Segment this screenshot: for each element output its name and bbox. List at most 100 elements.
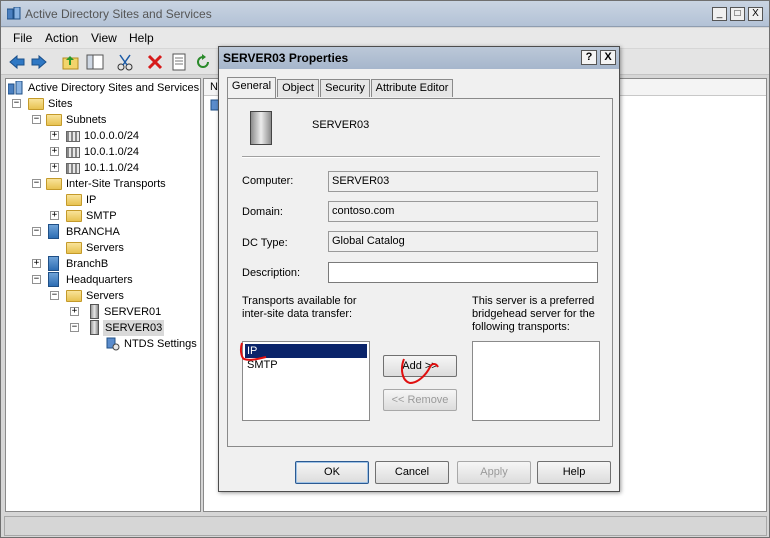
dialog-title-bar: SERVER03 Properties ? X [219, 47, 619, 69]
tree-item-branchb[interactable]: + BranchB [32, 256, 192, 272]
help-button[interactable]: Help [537, 461, 611, 484]
collapse-toggle[interactable]: − [12, 99, 21, 108]
preferred-bridgehead-label-1: This server is a preferred [472, 295, 595, 307]
server-icon [250, 111, 272, 145]
tree-label-sites: Sites [48, 98, 73, 110]
tree-item-server01[interactable]: + SERVER01 [70, 304, 190, 320]
maximize-button[interactable]: □ [730, 7, 745, 21]
tree-item-sites[interactable]: − Sites [12, 96, 192, 112]
annotation-mark [401, 358, 439, 385]
tree-label-ip: IP [86, 194, 97, 206]
tree-label-ntds: NTDS Settings [124, 338, 197, 350]
tree-label-server01: SERVER01 [104, 306, 162, 318]
tree-label-subnet: 10.0.0.0/24 [84, 130, 140, 142]
help-icon[interactable]: ? [581, 50, 597, 65]
tree-item-server03[interactable]: − SERVER03 [70, 320, 190, 336]
expand-toggle[interactable]: + [70, 307, 79, 316]
dialog-close-button[interactable]: X [600, 50, 616, 65]
tree-label-headquarters: Headquarters [66, 274, 133, 286]
tab-general[interactable]: General [227, 77, 276, 98]
domain-label: Domain: [242, 206, 283, 218]
tree-item-ntds-settings[interactable]: NTDS Settings [106, 336, 200, 352]
folder-icon [66, 242, 82, 254]
description-input[interactable] [328, 262, 598, 283]
tree-item-inter-site-transports[interactable]: − Inter-Site Transports [32, 176, 200, 192]
ok-button[interactable]: OK [295, 461, 369, 484]
description-label: Description: [242, 267, 301, 279]
expand-toggle[interactable]: + [50, 147, 59, 156]
cut-icon[interactable] [115, 52, 135, 72]
console-tree: Active Directory Sites and Services − Si… [5, 78, 201, 512]
forward-arrow-icon[interactable] [29, 52, 49, 72]
server-name: SERVER03 [312, 119, 370, 131]
tree-item-hq-servers[interactable]: − Servers [50, 288, 190, 304]
domain-field: contoso.com [328, 201, 598, 222]
tree-item-subnet[interactable]: + 10.0.0.0/24 [50, 128, 190, 144]
menu-file[interactable]: File [13, 31, 32, 45]
minimize-button[interactable]: _ [712, 7, 727, 21]
folder-icon [66, 194, 82, 206]
server-icon [90, 320, 99, 335]
tree-item-subnet[interactable]: + 10.1.1.0/24 [50, 160, 190, 176]
computer-field: SERVER03 [328, 171, 598, 192]
close-window-button[interactable]: X [748, 7, 763, 21]
menu-action[interactable]: Action [45, 31, 78, 45]
tree-item-brancha[interactable]: − BRANCHA [32, 224, 192, 240]
remove-button[interactable]: << Remove [383, 389, 457, 411]
server-icon [90, 304, 99, 319]
menu-bar: File Action View Help [1, 28, 769, 48]
up-folder-icon[interactable] [61, 52, 81, 72]
column-header-name: N [210, 81, 218, 93]
menu-view[interactable]: View [91, 31, 117, 45]
expand-toggle[interactable]: + [50, 211, 59, 220]
tree-item-brancha-servers[interactable]: Servers [50, 240, 190, 256]
tree-label-root: Active Directory Sites and Services [28, 82, 200, 94]
tree-label-subnets: Subnets [66, 114, 107, 126]
expand-toggle[interactable]: + [32, 259, 41, 268]
preferred-bridgehead-label-2: bridgehead server for the [472, 308, 595, 320]
tree-item-smtp[interactable]: + SMTP [50, 208, 170, 224]
tree-item-subnet[interactable]: + 10.0.1.0/24 [50, 144, 190, 160]
folder-icon [46, 178, 62, 190]
tree-item-headquarters[interactable]: − Headquarters [32, 272, 192, 288]
site-icon [48, 256, 59, 271]
tab-attribute-editor[interactable]: Attribute Editor [371, 79, 453, 97]
folder-icon [66, 290, 82, 302]
dctype-field: Global Catalog [328, 231, 598, 252]
tree-item-subnets[interactable]: − Subnets [32, 112, 192, 128]
computer-label: Computer: [242, 175, 294, 187]
tree-item-ip[interactable]: IP [64, 192, 164, 208]
collapse-toggle[interactable]: − [70, 323, 79, 332]
show-hide-tree-icon[interactable] [85, 52, 105, 72]
tree-label-server03: SERVER03 [103, 320, 165, 336]
collapse-toggle[interactable]: − [32, 115, 41, 124]
refresh-icon[interactable] [193, 52, 213, 72]
collapse-toggle[interactable]: − [32, 227, 41, 236]
subnet-icon [66, 131, 80, 142]
expand-toggle[interactable]: + [50, 131, 59, 140]
tree-label-servers: Servers [86, 290, 124, 302]
collapse-toggle[interactable]: − [32, 275, 41, 284]
folder-icon [66, 210, 82, 222]
tab-security[interactable]: Security [320, 79, 370, 97]
annotation-mark [239, 342, 267, 361]
transports-available-label-1: Transports available for [242, 295, 357, 307]
sites-services-icon [8, 81, 23, 95]
apply-button[interactable]: Apply [457, 461, 531, 484]
expand-toggle[interactable]: + [50, 163, 59, 172]
collapse-toggle[interactable]: − [50, 291, 59, 300]
properties-icon[interactable] [169, 52, 189, 72]
preferred-transports-list[interactable] [472, 341, 600, 421]
tree-label-servers: Servers [86, 242, 124, 254]
title-bar: Active Directory Sites and Services _ □ … [1, 1, 769, 27]
delete-icon[interactable] [145, 52, 165, 72]
preferred-bridgehead-label-3: following transports: [472, 321, 570, 333]
tree-label-brancha: BRANCHA [66, 226, 120, 238]
site-icon [48, 272, 59, 287]
collapse-toggle[interactable]: − [32, 179, 41, 188]
tab-object[interactable]: Object [277, 79, 319, 97]
cancel-button[interactable]: Cancel [375, 461, 449, 484]
dialog-title: SERVER03 Properties [223, 51, 349, 65]
back-arrow-icon[interactable] [7, 52, 27, 72]
menu-help[interactable]: Help [129, 31, 154, 45]
